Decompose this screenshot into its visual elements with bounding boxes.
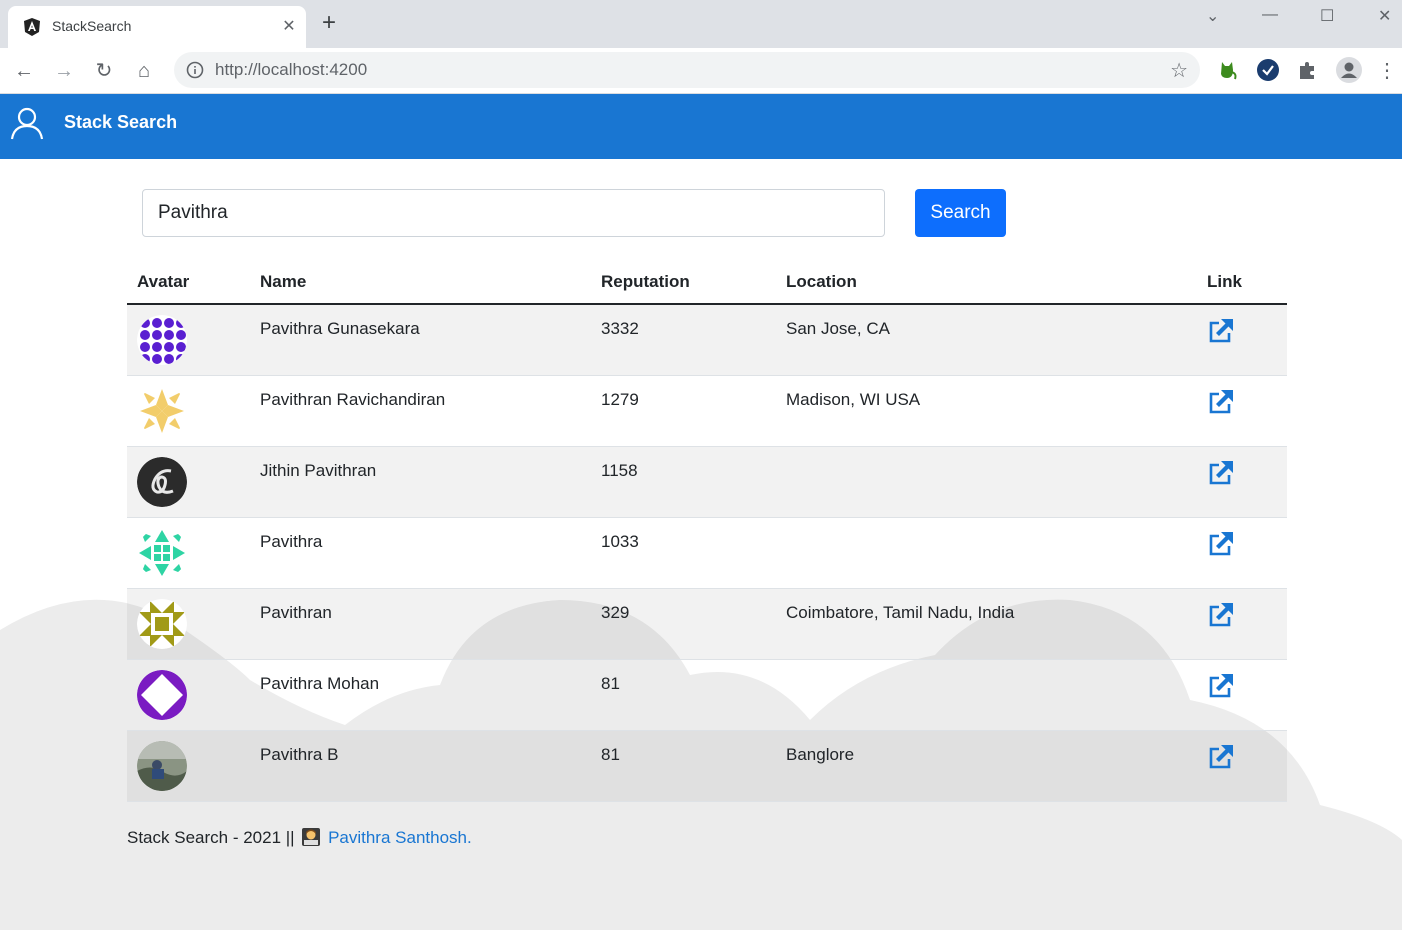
- maximize-icon[interactable]: ☐: [1320, 6, 1334, 26]
- user-name: Pavithran: [250, 588, 591, 660]
- woman-technologist-icon: [302, 828, 321, 846]
- user-location: [776, 446, 1197, 518]
- header-link: Link: [1197, 260, 1287, 305]
- user-location: San Jose, CA: [776, 304, 1197, 376]
- user-reputation: 3332: [591, 304, 776, 376]
- external-link-icon[interactable]: [1207, 459, 1235, 487]
- angular-icon: [24, 18, 40, 36]
- results-table: Avatar Name Reputation Location Link Pav…: [127, 260, 1287, 802]
- avatar-cell: [127, 659, 250, 731]
- app-header: Stack Search: [0, 94, 1402, 159]
- browser-tab[interactable]: StackSearch ✕: [8, 6, 306, 48]
- browser-menu-icon[interactable]: ⋮: [1375, 58, 1399, 84]
- avatar: [137, 669, 187, 720]
- avatar-cell: [127, 304, 250, 376]
- minimize-icon[interactable]: —: [1262, 6, 1278, 24]
- user-name: Pavithra B: [250, 730, 591, 802]
- external-link-icon[interactable]: [1207, 530, 1235, 558]
- avatar: [137, 740, 187, 791]
- link-cell: [1197, 730, 1287, 802]
- header-avatar: Avatar: [127, 260, 250, 305]
- url-text: http://localhost:4200: [215, 60, 368, 79]
- browser-tabbar: StackSearch ✕ + ⌄ — ☐ ✕: [0, 0, 1402, 48]
- avatar: [137, 598, 187, 649]
- user-name: Pavithra: [250, 517, 591, 589]
- avatar-cell: [127, 517, 250, 589]
- user-location: Banglore: [776, 730, 1197, 802]
- user-reputation: 81: [591, 659, 776, 731]
- author-link[interactable]: Pavithra Santhosh.: [328, 828, 472, 847]
- extensions-puzzle-icon[interactable]: [1296, 58, 1320, 82]
- link-cell: [1197, 517, 1287, 589]
- table-row: Pavithran 329 Coimbatore, Tamil Nadu, In…: [127, 588, 1287, 660]
- tab-search-icon[interactable]: ⌄: [1206, 6, 1219, 26]
- table-row: Pavithran Ravichandiran 1279 Madison, WI…: [127, 375, 1287, 447]
- browser-toolbar: ← → ↻ ⌂ http://localhost:4200 ☆ ⋮: [0, 48, 1402, 94]
- tab-close-icon[interactable]: ✕: [280, 16, 298, 36]
- home-icon[interactable]: ⌂: [131, 58, 157, 84]
- info-icon[interactable]: [186, 61, 204, 79]
- profile-avatar-icon[interactable]: [1336, 57, 1362, 83]
- link-cell: [1197, 588, 1287, 660]
- user-name: Pavithra Gunasekara: [250, 304, 591, 376]
- external-link-icon[interactable]: [1207, 388, 1235, 416]
- table-row: Jithin Pavithran 1158: [127, 446, 1287, 518]
- table-row: Pavithra Gunasekara 3332 San Jose, CA: [127, 304, 1287, 376]
- avatar-cell: [127, 375, 250, 447]
- user-reputation: 1158: [591, 446, 776, 518]
- bookmark-star-icon[interactable]: ☆: [1170, 58, 1188, 83]
- user-location: [776, 659, 1197, 731]
- link-cell: [1197, 375, 1287, 447]
- external-link-icon[interactable]: [1207, 317, 1235, 345]
- table-row: Pavithra B 81 Banglore: [127, 730, 1287, 802]
- header-reputation: Reputation: [591, 260, 776, 305]
- back-icon[interactable]: ←: [11, 58, 37, 84]
- search-input[interactable]: [142, 189, 885, 237]
- link-cell: [1197, 446, 1287, 518]
- avatar-cell: [127, 730, 250, 802]
- table-header-row: Avatar Name Reputation Location Link: [127, 260, 1287, 305]
- user-location: Coimbatore, Tamil Nadu, India: [776, 588, 1197, 660]
- external-link-icon[interactable]: [1207, 672, 1235, 700]
- tab-title: StackSearch: [52, 18, 132, 34]
- header-name: Name: [250, 260, 591, 305]
- forward-icon[interactable]: →: [51, 58, 77, 84]
- footer-text: Stack Search - 2021 ||: [127, 828, 295, 847]
- app-title: Stack Search: [64, 112, 178, 132]
- search-button[interactable]: Search: [915, 189, 1006, 237]
- avatar: [137, 456, 187, 507]
- link-cell: [1197, 304, 1287, 376]
- extension-cat-icon[interactable]: [1216, 58, 1240, 82]
- user-location: [776, 517, 1197, 589]
- close-window-icon[interactable]: ✕: [1378, 6, 1391, 26]
- external-link-icon[interactable]: [1207, 601, 1235, 629]
- table-row: Pavithra Mohan 81: [127, 659, 1287, 731]
- avatar-cell: [127, 588, 250, 660]
- avatar: [137, 527, 187, 578]
- user-reputation: 81: [591, 730, 776, 802]
- user-name: Jithin Pavithran: [250, 446, 591, 518]
- user-icon: [10, 107, 44, 140]
- avatar-cell: [127, 446, 250, 518]
- extension-check-icon[interactable]: [1256, 58, 1280, 82]
- link-cell: [1197, 659, 1287, 731]
- external-link-icon[interactable]: [1207, 743, 1235, 771]
- user-name: Pavithra Mohan: [250, 659, 591, 731]
- address-bar[interactable]: http://localhost:4200 ☆: [174, 52, 1200, 88]
- user-reputation: 1033: [591, 517, 776, 589]
- avatar: [137, 385, 187, 436]
- user-location: Madison, WI USA: [776, 375, 1197, 447]
- user-reputation: 329: [591, 588, 776, 660]
- user-reputation: 1279: [591, 375, 776, 447]
- avatar: [137, 315, 187, 365]
- header-location: Location: [776, 260, 1197, 305]
- new-tab-button[interactable]: +: [322, 11, 336, 35]
- reload-icon[interactable]: ↻: [91, 58, 117, 84]
- table-row: Pavithra 1033: [127, 517, 1287, 589]
- user-name: Pavithran Ravichandiran: [250, 375, 591, 447]
- footer: Stack Search - 2021 || Pavithra Santhosh…: [127, 827, 472, 848]
